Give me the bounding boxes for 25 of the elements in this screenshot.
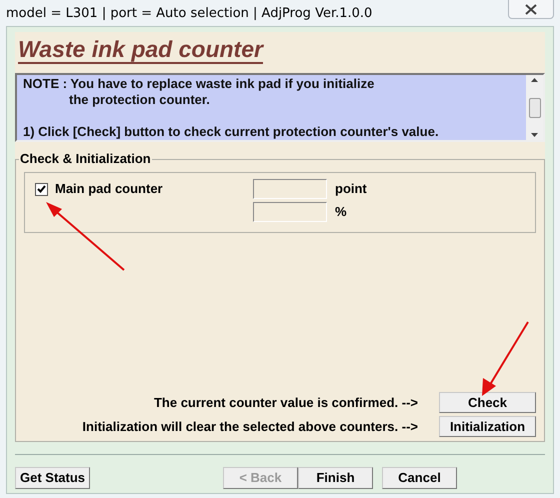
footer-button[interactable]: Get Status: [15, 467, 90, 489]
checkbox-label: Main pad counter: [55, 180, 163, 198]
close-button[interactable]: [508, 0, 554, 19]
footer-button[interactable]: Cancel: [382, 467, 457, 489]
scroll-up-icon[interactable]: [531, 78, 538, 82]
footer-button[interactable]: Finish: [298, 467, 373, 489]
action-button[interactable]: Initialization: [439, 416, 536, 437]
page-heading: Waste ink pad counter: [18, 36, 263, 64]
scrollbar[interactable]: [526, 75, 543, 140]
note-step: 1) Click [Check] button to check current protection counter's value.: [23, 124, 520, 140]
value-field[interactable]: [253, 179, 327, 199]
action-hint: The current counter value is confirmed. -->: [154, 394, 418, 412]
checkbox[interactable]: [35, 182, 48, 196]
scroll-thumb[interactable]: [528, 98, 540, 118]
note-text: NOTE : You have to replace waste ink pad if you initialize: [23, 76, 376, 92]
action-hint: Initialization will clear the selected above counters. -->: [82, 418, 418, 436]
action-button[interactable]: Check: [439, 392, 536, 413]
window-title: model = L301 | port = Auto selection | AdjProg Ver.1.0.0: [6, 5, 372, 23]
close-icon: [525, 4, 537, 14]
checkmark-icon: [37, 185, 46, 193]
scroll-down-icon[interactable]: [531, 133, 538, 137]
unit-label: %: [335, 203, 347, 222]
unit-label: point: [335, 180, 367, 198]
value-field[interactable]: [253, 202, 327, 222]
note-text: the protection counter.: [68, 92, 211, 108]
